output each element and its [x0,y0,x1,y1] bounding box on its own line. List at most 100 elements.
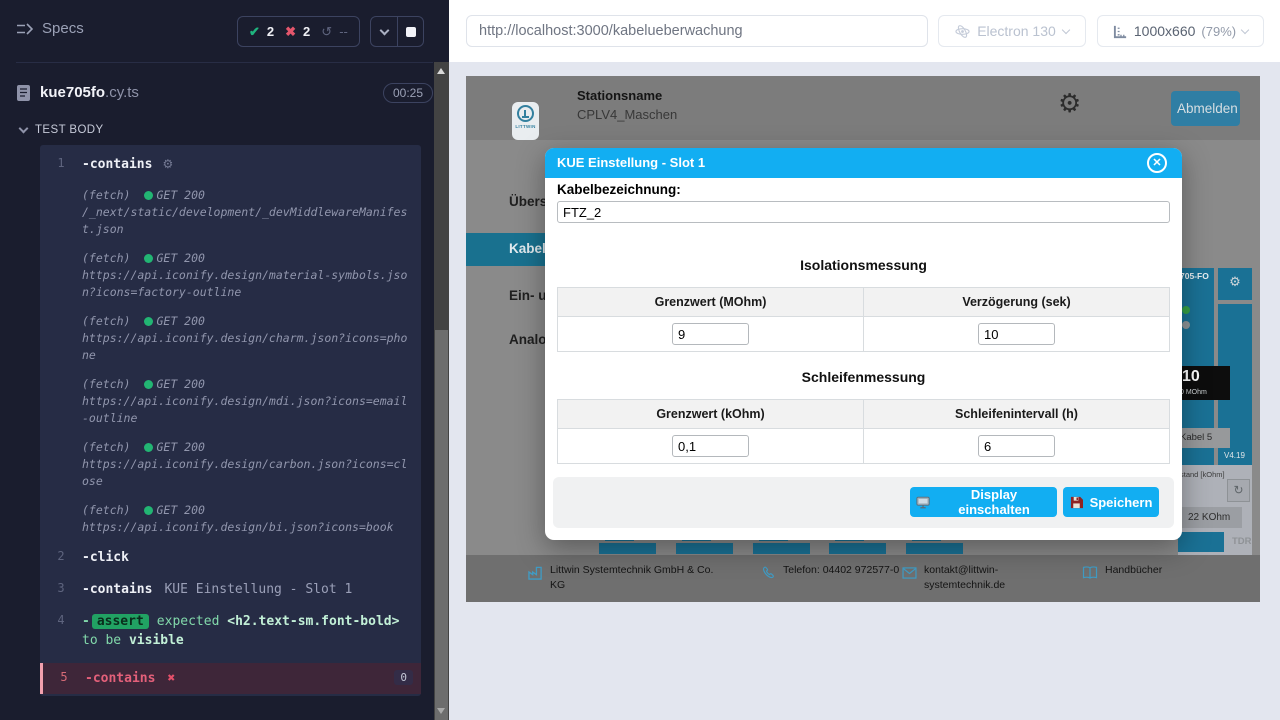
command-row-click[interactable]: 2-click [40,548,421,567]
display-on-button[interactable]: Display einschalten [910,487,1057,517]
fetch-log-entry[interactable]: (fetch)GET 200https://api.iconify.design… [40,502,421,536]
spec-extension: .cy.ts [105,84,139,101]
viewport-size: 1000x660 [1134,23,1196,39]
modal-title: KUE Einstellung - Slot 1 [557,148,705,178]
footer-item: Telefon: 04402 972577-0 [762,563,909,585]
slot-button-partial [829,543,886,554]
measure-button-partial[interactable] [1178,532,1224,552]
slot-button-partial [753,543,810,554]
refresh-icon[interactable]: ↻ [1227,479,1250,502]
table-header-cell: Grenzwert (MOhm) [558,288,864,317]
logout-button[interactable]: Abmelden [1171,91,1240,126]
browser-select[interactable]: Electron 130 [938,15,1086,47]
chevron-down-icon [19,124,29,134]
stop-run-button[interactable] [397,17,423,46]
fetch-log-entry[interactable]: (fetch)GET 200https://api.iconify.design… [40,313,421,364]
scrollbar-thumb[interactable] [435,330,448,720]
spec-file-icon [16,84,31,102]
viewport-select[interactable]: 1000x660 (79%) [1097,15,1264,47]
fetch-log-entry[interactable]: (fetch)GET 200https://api.iconify.design… [40,250,421,301]
command-row-contains[interactable]: 05-contains✖ [40,663,421,694]
littwin-logo-word: LITTWIN [512,124,539,129]
app-footer: Littwin Systemtechnik GmbH & Co. KG Telef… [466,555,1260,602]
value-input[interactable] [978,323,1055,345]
save-button[interactable]: Speichern [1063,487,1159,517]
status-dot-icon [144,443,153,452]
section-title: Isolationsmessung [545,257,1182,273]
reporter-scrollbar[interactable] [434,62,449,720]
command-number: 4 [40,612,82,650]
value-input[interactable] [978,435,1055,457]
close-icon[interactable]: ✕ [1147,153,1167,173]
measurement-table: Grenzwert (MOhm)Verzögerung (sek) [557,287,1170,352]
failed-icon: ✖ [285,24,296,40]
settings-gear-icon[interactable]: ⚙ [1058,89,1081,119]
phone-icon [762,566,776,585]
modal-footer: Display einschalten Speichern [553,477,1174,528]
status-dot-green [1182,306,1190,314]
collapse-runs-button[interactable] [371,17,397,46]
status-dot-icon [144,506,153,515]
cable-designation-input[interactable] [557,201,1170,223]
value-input[interactable] [672,323,749,345]
factory-icon [528,566,543,593]
scroll-up-arrow-icon[interactable] [437,68,445,74]
station-name-label: Stationsname [577,88,662,103]
slot-card-partial: ⚙ 705-FO 10 0 MOhm Kabel 5 V4.19 [1178,268,1252,465]
cable-designation-label: Kabelbezeichnung: [557,182,681,197]
specs-label: Specs [42,20,84,37]
command-row-contains[interactable]: 3-containsKUE Einstellung - Slot 1 [40,580,421,599]
table-header-cell: Verzögerung (sek) [864,288,1170,317]
scroll-down-arrow-icon[interactable] [437,708,445,714]
measurement-value: 10 [1182,368,1200,386]
footer-item[interactable]: Handbücher [1082,563,1215,584]
spec-timer-badge: 00:25 [383,83,433,103]
command-log: 1-contains⚙ (fetch)GET 200/_next/static/d… [40,145,421,696]
resistance-reading: 22 KOhm [1180,507,1242,528]
command-row-contains[interactable]: 1-contains⚙ [40,155,421,174]
slot-gear-icon[interactable]: ⚙ [1218,268,1252,300]
value-input[interactable] [672,435,749,457]
footer-item-text: Littwin Systemtechnik GmbH & Co. KG [550,563,726,593]
table-value-cell [558,317,864,352]
chevron-down-icon [1241,25,1249,33]
fail-x-icon: ✖ [167,671,175,686]
command-options-gear-icon[interactable]: ⚙ [162,157,173,171]
firmware-version: V4.19 [1224,451,1245,460]
browser-name: Electron 130 [977,23,1056,39]
tdr-button[interactable]: TDR [1232,536,1252,547]
browser-toolbar: Electron 130 1000x660 (79%) [449,0,1280,62]
test-body-label: TEST BODY [35,124,104,136]
specs-list-icon [16,22,33,36]
chevron-down-icon [1062,25,1070,33]
test-body-toggle[interactable]: TEST BODY [20,124,104,136]
reporter-header: Specs ✔ 2 ✖ 2 ↺ -- [0,0,449,62]
table-header-cell: Schleifenintervall (h) [864,400,1170,429]
fetch-log-entry[interactable]: (fetch)GET 200https://api.iconify.design… [40,439,421,490]
footer-item-text: kontakt@littwin-systemtechnik.de [924,563,1044,593]
pending-icon: ↺ [321,24,332,40]
spec-file-row[interactable]: kue705fo.cy.ts 00:25 [16,74,433,112]
command-row-assert[interactable]: 4-assertexpected <h2.text-sm.font-bold> … [40,612,421,650]
table-value-cell [864,317,1170,352]
display-icon [916,496,930,509]
passed-icon: ✔ [249,24,260,40]
command-number: 3 [40,580,82,599]
footer-item-text: Handbücher [1105,563,1215,584]
status-dot-icon [144,317,153,326]
save-label: Speichern [1090,495,1153,510]
specs-menu-button[interactable]: Specs [16,20,84,37]
footer-item-text: Telefon: 04402 972577-0 [783,563,909,585]
viewport-zoom: (79%) [1201,24,1236,39]
slot-card-title: 705-FO [1180,271,1209,281]
email-icon [902,566,917,593]
electron-icon [955,24,970,39]
fetch-log-entry[interactable]: (fetch)GET 200https://api.iconify.design… [40,376,421,427]
spec-name: kue705fo [40,84,105,101]
section-title: Schleifenmessung [545,369,1182,385]
pending-count: -- [339,24,348,39]
command-number: 2 [40,548,82,567]
url-input[interactable] [466,15,928,47]
fetch-log-entry[interactable]: (fetch)GET 200/_next/static/development/… [40,187,421,238]
app-header: LITTWIN Stationsname CPLV4_Maschen ⚙ Abm… [466,76,1260,140]
